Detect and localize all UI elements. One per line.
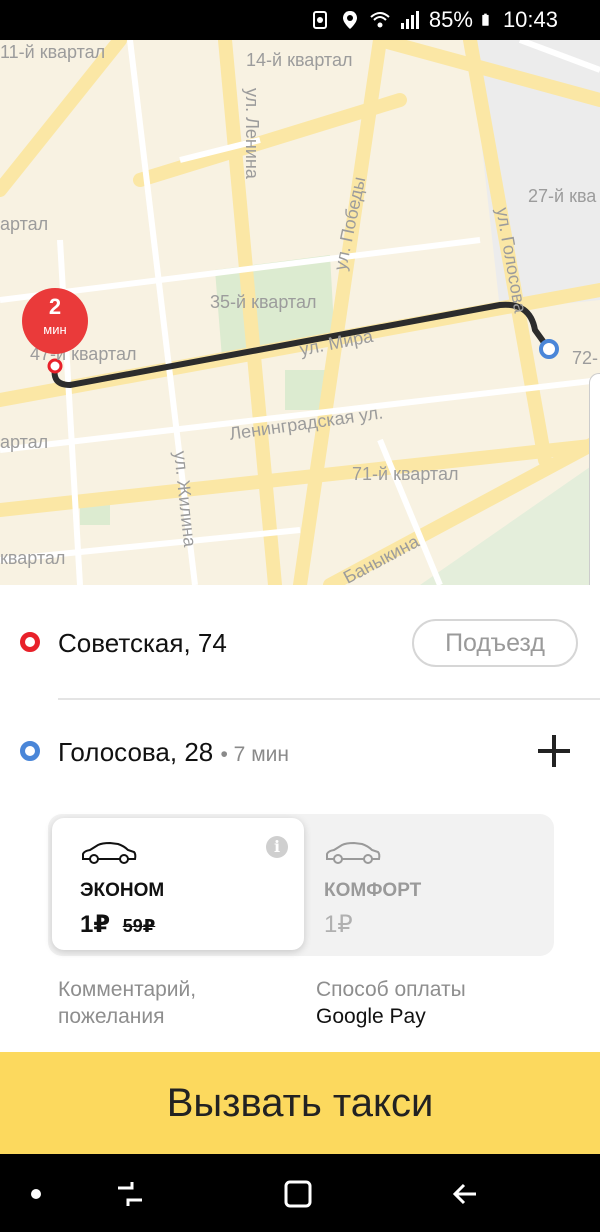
battery-percent: 85% — [428, 7, 473, 32]
destination-time: • 7 мин — [220, 743, 289, 766]
battery-icon — [482, 13, 489, 26]
map-label: 72- — [572, 348, 599, 368]
origin-address: Советская, 74 — [58, 628, 227, 658]
back-icon[interactable] — [446, 1174, 486, 1214]
payment-value: Google Pay — [316, 1005, 426, 1028]
navigation-bar — [0, 1154, 600, 1232]
comment-link[interactable]: Комментарий, пожелания — [58, 976, 196, 1030]
recents-icon[interactable] — [110, 1174, 150, 1214]
info-icon[interactable]: i — [266, 836, 288, 858]
signal-icon — [400, 11, 419, 29]
payment-method-link[interactable]: Способ оплаты Google Pay — [316, 976, 466, 1030]
map-label: квартал — [0, 548, 66, 568]
map-label: 14-й квартал — [246, 50, 353, 70]
origin-dot-icon — [20, 632, 40, 652]
map[interactable]: 11-й квартал 14-й квартал ул. Ленина ул.… — [0, 40, 600, 585]
tariff-current-price: 1₽ — [324, 911, 353, 938]
tariff-name: ЭКОНОМ — [80, 880, 165, 901]
map-label: ул. Ленина — [242, 88, 262, 179]
dot-icon[interactable] — [16, 1174, 56, 1214]
location-icon — [342, 11, 357, 29]
eta-value: 2 — [48, 294, 62, 319]
map-label: 35-й квартал — [210, 292, 317, 312]
payment-label: Способ оплаты — [316, 978, 466, 1001]
status-bar: 85% 10:43 — [0, 0, 600, 40]
car-icon — [82, 841, 137, 864]
status-icons: 85% 10:43 — [309, 6, 558, 34]
add-stop-button[interactable] — [536, 733, 572, 769]
map-label: артал — [0, 214, 49, 234]
eta-unit: мин — [43, 322, 67, 337]
comment-line2: пожелания — [58, 1005, 165, 1028]
entrance-button[interactable]: Подъезд — [412, 619, 578, 667]
address-divider — [58, 698, 600, 700]
recycle-icon — [312, 11, 327, 29]
map-label: 27-й ква — [528, 186, 597, 206]
tariff-comfort-card[interactable]: КОМФОРТ 1₽ — [310, 818, 550, 950]
map-label: 71-й квартал — [352, 464, 459, 484]
destination-dot-icon — [20, 741, 40, 761]
car-icon — [326, 841, 381, 864]
call-taxi-button[interactable]: Вызвать такси — [0, 1052, 600, 1154]
destination-row[interactable]: Голосова, 28 • 7 мин — [0, 710, 600, 790]
home-icon[interactable] — [278, 1174, 318, 1214]
destination-marker — [539, 339, 559, 359]
comment-line1: Комментарий, — [58, 978, 197, 1001]
map-label: 11-й квартал — [0, 42, 106, 62]
tariff-old-price: 59₽ — [122, 916, 156, 936]
tariff-name: КОМФОРТ — [324, 880, 422, 901]
tariff-price: 1₽ 59₽ — [80, 910, 155, 939]
tariff-econom-card[interactable]: i ЭКОНОМ 1₽ 59₽ — [52, 818, 304, 950]
wifi-icon — [370, 12, 390, 28]
map-edge-tab[interactable] — [589, 373, 600, 585]
map-label: артал — [0, 432, 49, 452]
clock: 10:43 — [502, 7, 558, 32]
tariff-current-price: 1₽ — [80, 911, 111, 938]
eta-bubble: 2 мин — [22, 288, 88, 354]
destination-address: Голосова, 28 — [58, 737, 214, 767]
